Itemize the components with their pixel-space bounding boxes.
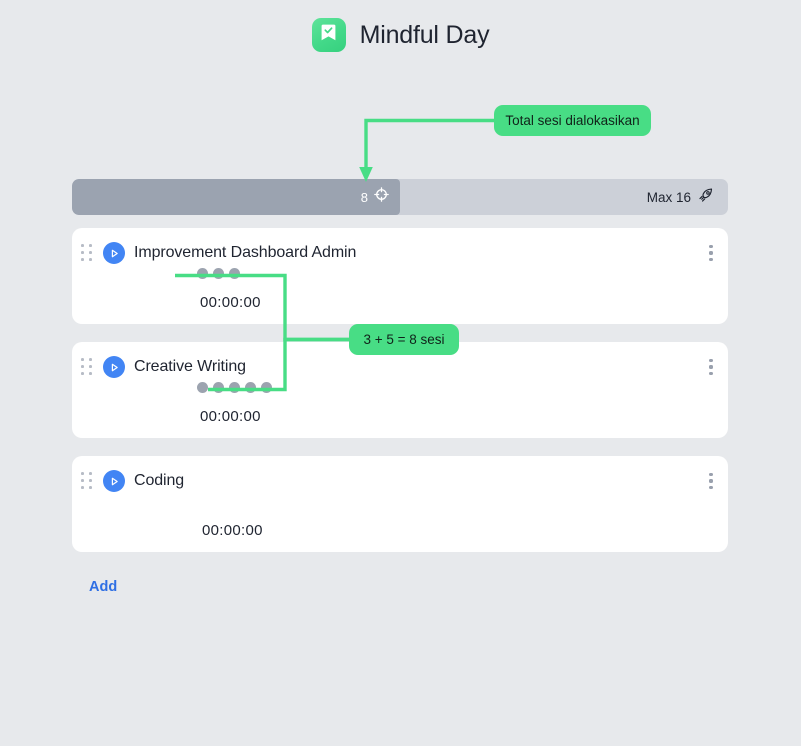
total-sessions-arrow-line [366, 121, 494, 169]
app-header: Mindful Day [0, 18, 801, 52]
task-title: Creative Writing [134, 358, 246, 376]
play-circle-icon[interactable] [103, 242, 125, 264]
drag-handle-icon[interactable] [81, 358, 93, 376]
app-logo [312, 18, 346, 52]
task-title: Coding [134, 472, 184, 490]
max-sessions-indicator: Max 16 [647, 179, 714, 215]
target-crosshair-icon [374, 187, 389, 207]
session-dot[interactable] [213, 268, 224, 279]
progress-bar-fill: 8 [72, 179, 400, 215]
more-vertical-icon[interactable] [702, 354, 720, 380]
task-card[interactable]: Improvement Dashboard Admin 00:00:00 [72, 228, 728, 324]
session-dot[interactable] [197, 382, 208, 393]
more-vertical-icon[interactable] [702, 468, 720, 494]
play-circle-icon[interactable] [103, 470, 125, 492]
session-dots[interactable] [197, 266, 240, 280]
more-vertical-icon[interactable] [702, 240, 720, 266]
session-dots[interactable] [197, 380, 272, 394]
task-card-header: Improvement Dashboard Admin [72, 238, 356, 268]
session-dot[interactable] [229, 268, 240, 279]
task-timer: 00:00:00 [200, 408, 261, 425]
task-card-header: Creative Writing [72, 352, 246, 382]
rocket-icon [698, 187, 714, 208]
session-dot[interactable] [197, 268, 208, 279]
session-allocation-progress-bar[interactable]: 8 Max 16 [72, 179, 728, 215]
drag-handle-icon[interactable] [81, 244, 93, 262]
task-timer: 00:00:00 [200, 294, 261, 311]
callout-total-sessions: Total sesi dialokasikan [494, 105, 651, 136]
page-title: Mindful Day [360, 21, 490, 50]
task-title: Improvement Dashboard Admin [134, 244, 356, 262]
add-task-button[interactable]: Add [86, 577, 120, 597]
task-card-header: Coding [72, 466, 184, 496]
drag-handle-icon[interactable] [81, 472, 93, 490]
task-card[interactable]: Coding 00:00:00 [72, 456, 728, 552]
allocated-sessions-count: 8 [361, 190, 368, 205]
task-timer: 00:00:00 [202, 522, 263, 539]
max-sessions-label: Max 16 [647, 190, 691, 205]
session-dot[interactable] [245, 382, 256, 393]
play-circle-icon[interactable] [103, 356, 125, 378]
session-dot[interactable] [229, 382, 240, 393]
bookmark-check-icon [320, 23, 337, 47]
session-dot[interactable] [261, 382, 272, 393]
session-dot[interactable] [213, 382, 224, 393]
task-card[interactable]: Creative Writing 00:00:00 [72, 342, 728, 438]
